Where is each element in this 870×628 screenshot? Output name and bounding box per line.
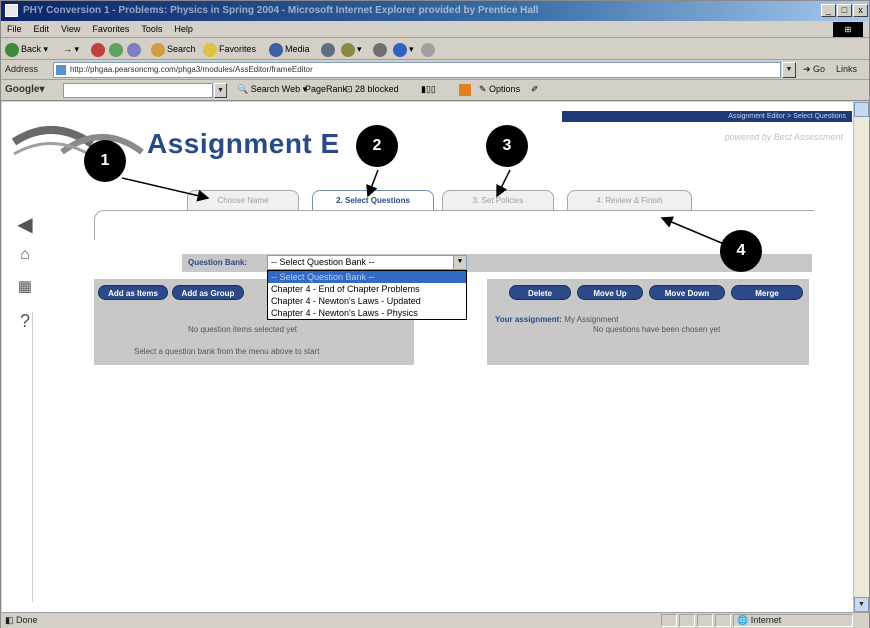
google-logo[interactable]: Google▾ [5,84,44,95]
status-cell [715,614,731,627]
google-search-dropdown[interactable]: ▼ [214,83,227,98]
pagerank-button[interactable]: PageRank [305,84,347,94]
autofill-button[interactable]: ▮▯▯ [421,84,436,95]
status-cell [697,614,713,627]
scroll-down-button[interactable]: ▼ [854,597,869,612]
google-search-input[interactable] [63,83,213,98]
pen-icon[interactable]: ✐ [531,84,539,95]
callout-4: 4 [720,230,762,272]
close-button[interactable]: x [853,4,868,17]
status-text: ◧ Done [5,615,38,625]
status-bar: ◧ Done 🌐 Internet [1,612,869,628]
menu-file[interactable]: File [1,21,28,34]
page-icon [56,65,66,75]
menu-view[interactable]: View [55,21,86,34]
refresh-icon[interactable] [109,41,125,57]
address-input[interactable]: http://phgaa.pearsoncmg.com/phga3/module… [53,62,781,78]
home-icon[interactable] [127,41,143,57]
media-icon [269,42,283,57]
address-label: Address [5,64,39,74]
callout-arrows [121,169,725,245]
links-button[interactable]: Links [836,64,857,74]
history-icon[interactable] [321,41,337,57]
favorites-button[interactable]: Favorites [203,41,256,57]
scroll-up-button[interactable] [854,102,869,117]
vertical-scrollbar[interactable]: ▼ [853,102,869,612]
maximize-button[interactable]: □ [837,4,852,17]
toolbar: Back ▾ → ▾ Search Favorites Media ▾ ▾ [1,38,869,60]
forward-button[interactable]: → ▾ [63,41,79,57]
minimize-button[interactable]: _ [821,4,836,17]
address-bar: Address http://phgaa.pearsoncmg.com/phga… [1,60,869,80]
menu-favorites[interactable]: Favorites [86,21,135,34]
address-dropdown[interactable]: ▼ [782,62,796,78]
back-button[interactable]: Back ▾ [5,41,48,57]
browser-window: PHY Conversion 1 - Problems: Physics in … [0,0,870,628]
media-button[interactable]: Media [269,41,310,57]
search-web-button[interactable]: 🔍 Search Web ▾ [237,84,307,95]
mail-icon[interactable]: ▾ [341,41,362,57]
messenger-icon[interactable]: ▾ [393,41,414,57]
stop-icon[interactable] [91,41,107,57]
title-bar: PHY Conversion 1 - Problems: Physics in … [1,1,869,21]
edit-icon[interactable] [421,41,437,57]
search-icon [151,42,165,57]
callout-1: 1 [84,140,126,182]
callout-2: 2 [356,125,398,167]
status-cell [679,614,695,627]
back-arrow-icon [5,42,19,57]
page-content: Assignment Editor > Select Questions pow… [2,102,853,612]
callout-3: 3 [486,125,528,167]
menu-bar: File Edit View Favorites Tools Help ⊞ [1,21,869,38]
popup-blocker-button[interactable]: ⊡ 28 blocked [345,84,399,95]
windows-logo-icon: ⊞ [833,22,863,37]
ie-icon [5,4,18,17]
print-icon[interactable] [373,41,389,57]
menu-tools[interactable]: Tools [135,21,168,34]
favorites-icon [203,42,217,57]
search-button[interactable]: Search [151,41,196,57]
menu-help[interactable]: Help [168,21,199,34]
google-toolbar: Google▾ ▼ 🔍 Search Web ▾ PageRank ⊡ 28 b… [1,80,869,101]
internet-zone: 🌐 Internet [737,615,782,625]
options-button[interactable]: ✎ Options [479,84,520,95]
go-button[interactable]: ➜ Go [803,64,825,75]
window-title: PHY Conversion 1 - Problems: Physics in … [23,5,539,16]
menu-edit[interactable]: Edit [28,21,56,34]
highlight-icon[interactable] [459,84,471,96]
status-cell [661,614,677,627]
